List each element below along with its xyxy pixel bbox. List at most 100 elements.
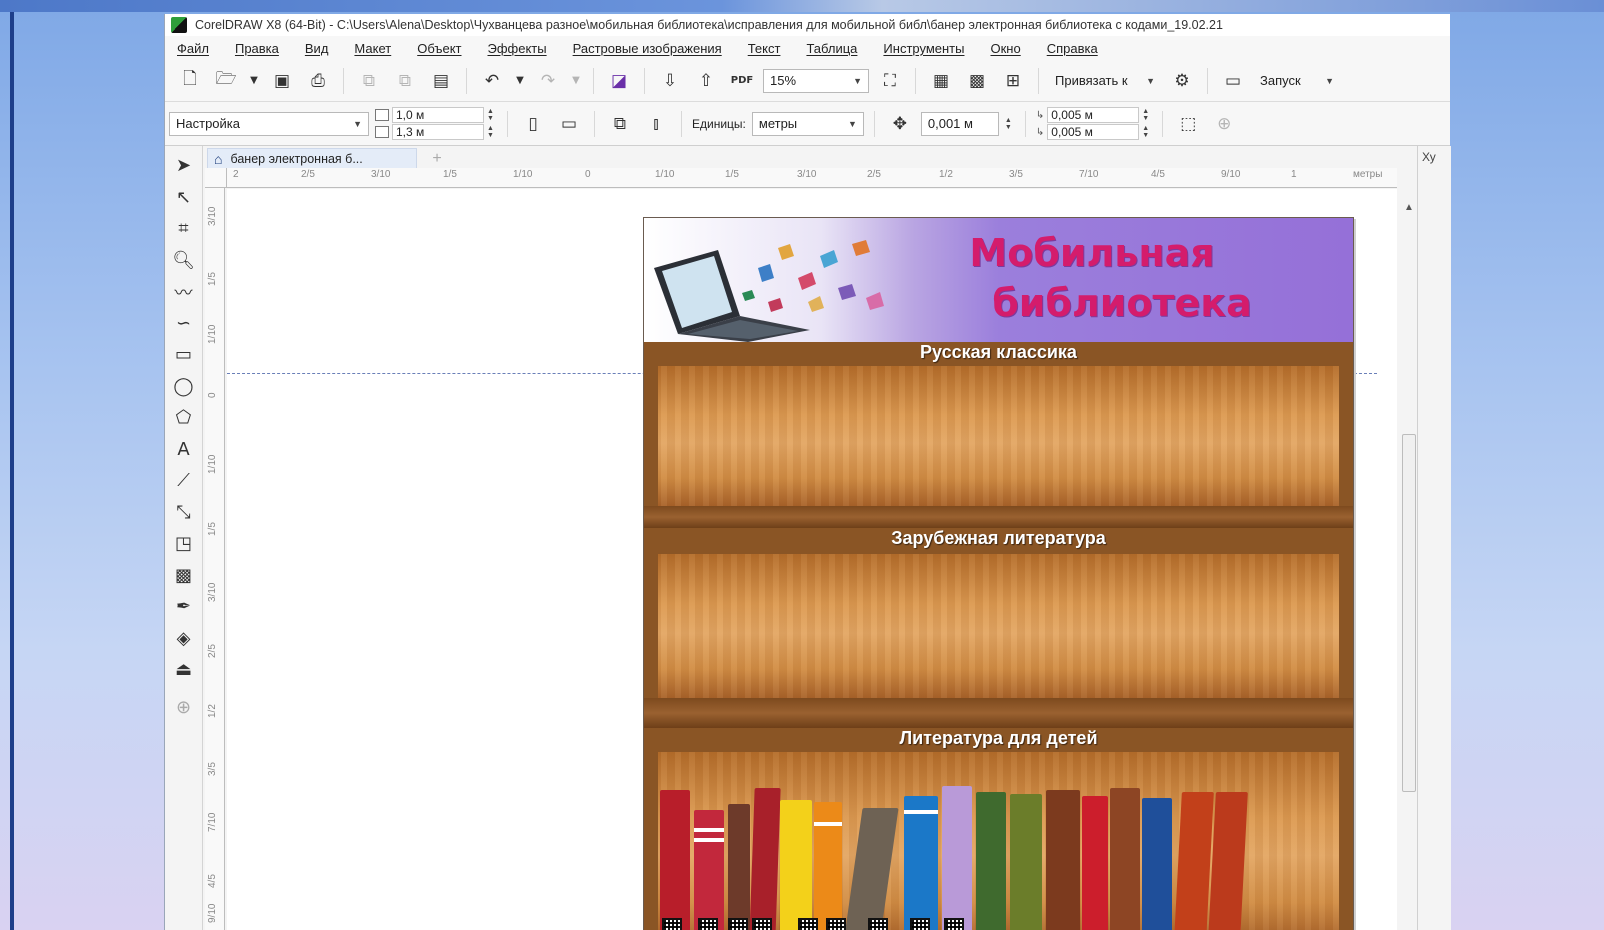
- show-rulers-icon[interactable]: ▦: [926, 66, 956, 96]
- scrollbar-thumb[interactable]: [1402, 434, 1416, 792]
- pick-tool-icon[interactable]: ➤: [169, 150, 199, 182]
- book: [1046, 790, 1080, 930]
- shelf-russian-classics[interactable]: Русская классика: [644, 342, 1353, 528]
- ruler-label: 1/5: [207, 522, 218, 536]
- vertical-ruler[interactable]: 3/10 1/5 1/10 0 1/10 1/5 3/10 2/5 1/2 3/…: [205, 188, 225, 930]
- shelf-foreign-literature[interactable]: Зарубежная литература: [644, 528, 1353, 728]
- snap-to-dropdown[interactable]: Привязать к ▼: [1049, 69, 1161, 93]
- units-select[interactable]: метры ▼: [751, 111, 864, 136]
- page-height-field[interactable]: 1,3 м: [392, 124, 484, 140]
- undo-dropdown-icon[interactable]: ▼: [513, 66, 527, 96]
- ruler-label: 1/5: [207, 272, 218, 286]
- new-tab-plus-icon[interactable]: +: [427, 150, 447, 168]
- show-guidelines-icon[interactable]: ⊞: [998, 66, 1028, 96]
- show-grid-icon[interactable]: ▩: [962, 66, 992, 96]
- drawing-canvas[interactable]: Мобильная библиотека Русская классика За…: [227, 189, 1397, 930]
- menu-object[interactable]: Объект: [417, 41, 461, 56]
- width-spinner[interactable]: ▲ ▼: [487, 108, 497, 122]
- scroll-up-icon[interactable]: ▲: [1404, 202, 1414, 213]
- current-page-icon[interactable]: ⫾: [641, 109, 671, 139]
- add-tool-icon[interactable]: ⊕: [169, 692, 199, 724]
- ruler-label: 3/10: [207, 206, 218, 226]
- freehand-tool-icon[interactable]: 〰: [169, 276, 199, 308]
- document-tab-banner[interactable]: ⌂ банер электронная б...: [207, 148, 417, 168]
- zoom-level-value: 15%: [770, 73, 797, 88]
- landscape-icon[interactable]: ▭: [554, 109, 584, 139]
- duplicate-x-field[interactable]: 0,005 м: [1047, 107, 1140, 123]
- menu-help[interactable]: Справка: [1047, 41, 1098, 56]
- ruler-label: 3/5: [207, 762, 218, 776]
- shelf-childrens-literature[interactable]: Литература для детей: [644, 728, 1353, 930]
- launch-app-icon[interactable]: ▭: [1218, 66, 1248, 96]
- menu-file[interactable]: Файл: [177, 41, 209, 56]
- menu-tools[interactable]: Инструменты: [883, 41, 964, 56]
- text-tool-icon[interactable]: A: [169, 434, 199, 466]
- eyedropper-tool-icon[interactable]: ✒: [169, 591, 199, 623]
- open-dropdown-icon[interactable]: ▼: [247, 66, 261, 96]
- open-folder-icon[interactable]: 🗁: [211, 66, 241, 96]
- duplicate-y-field[interactable]: 0,005 м: [1047, 124, 1140, 140]
- zoom-level-select[interactable]: 15% ▼: [763, 68, 869, 93]
- polygon-tool-icon[interactable]: ⬠: [169, 402, 199, 434]
- portrait-icon[interactable]: ▯: [518, 109, 548, 139]
- qr-code-icon: [944, 918, 964, 930]
- right-docker-panel[interactable]: Ху: [1417, 146, 1451, 930]
- paste-icon[interactable]: ▤: [426, 66, 456, 96]
- toolbar-separator: [466, 67, 467, 94]
- pdf-icon[interactable]: PDF: [727, 66, 757, 96]
- menu-window[interactable]: Окно: [990, 41, 1020, 56]
- menu-edit[interactable]: Правка: [235, 41, 279, 56]
- banner-page[interactable]: Мобильная библиотека Русская классика За…: [643, 217, 1354, 930]
- horizontal-ruler[interactable]: 2 2/5 3/10 1/5 1/10 0 1/10 1/5 3/10 2/5 …: [227, 168, 1397, 188]
- new-document-icon[interactable]: 🗋: [175, 66, 205, 96]
- redo-dropdown-icon[interactable]: ▼: [569, 66, 583, 96]
- drop-shadow-tool-icon[interactable]: ◳: [169, 528, 199, 560]
- banner-header[interactable]: Мобильная библиотека: [644, 218, 1353, 342]
- save-icon[interactable]: ▣: [267, 66, 297, 96]
- dimension-tool-icon[interactable]: ⟋: [169, 465, 199, 497]
- transparency-tool-icon[interactable]: ▩: [169, 560, 199, 592]
- print-icon[interactable]: ⎙: [303, 66, 333, 96]
- smart-fill-tool-icon[interactable]: ⏏: [169, 654, 199, 686]
- search-content-icon[interactable]: ◪: [604, 66, 634, 96]
- redo-icon[interactable]: ↷: [533, 66, 563, 96]
- page-size-preset-select[interactable]: Настройка ▼: [169, 111, 369, 136]
- export-icon[interactable]: ⇧: [691, 66, 721, 96]
- menu-effects[interactable]: Эффекты: [488, 41, 547, 56]
- options-gear-icon[interactable]: ⚙: [1167, 66, 1197, 96]
- launch-dropdown[interactable]: Запуск ▼: [1254, 69, 1340, 93]
- ruler-label: 3/10: [797, 169, 817, 180]
- vertical-scrollbar[interactable]: ▲: [1401, 194, 1417, 930]
- nudge-distance-field[interactable]: 0,001 м: [920, 111, 999, 136]
- qr-code-icon: [826, 918, 846, 930]
- import-icon[interactable]: ⇩: [655, 66, 685, 96]
- copy-icon[interactable]: ⧉: [390, 66, 420, 96]
- crop-tool-icon[interactable]: ⌗: [169, 213, 199, 245]
- connector-tool-icon[interactable]: ⤡: [169, 497, 199, 529]
- dup-x-spinner[interactable]: ▲ ▼: [1142, 108, 1152, 122]
- all-pages-icon[interactable]: ⧉: [605, 109, 635, 139]
- rectangle-tool-icon[interactable]: ▭: [169, 339, 199, 371]
- undo-icon[interactable]: ↶: [477, 66, 507, 96]
- height-spinner[interactable]: ▲ ▼: [487, 125, 497, 139]
- menu-bitmaps[interactable]: Растровые изображения: [573, 41, 722, 56]
- cut-icon[interactable]: ⧉: [354, 66, 384, 96]
- menu-view[interactable]: Вид: [305, 41, 329, 56]
- menu-text[interactable]: Текст: [748, 41, 781, 56]
- zoom-tool-icon[interactable]: 🔍︎: [169, 245, 199, 277]
- menu-layout[interactable]: Макет: [354, 41, 391, 56]
- ruler-origin[interactable]: [205, 168, 227, 188]
- ellipse-tool-icon[interactable]: ◯: [169, 371, 199, 403]
- page-width-field[interactable]: 1,0 м: [392, 107, 484, 123]
- add-page-icon[interactable]: ⊕: [1209, 109, 1239, 139]
- artistic-media-tool-icon[interactable]: ∽: [169, 308, 199, 340]
- edit-bleed-icon[interactable]: ⬚: [1173, 109, 1203, 139]
- nudge-spinner[interactable]: ▲ ▼: [1005, 117, 1015, 131]
- dup-y-spinner[interactable]: ▲ ▼: [1142, 125, 1152, 139]
- docker-tab-label[interactable]: Ху: [1422, 150, 1436, 164]
- full-screen-icon[interactable]: ⛶: [875, 66, 905, 96]
- interactive-fill-tool-icon[interactable]: ◈: [169, 623, 199, 655]
- shape-tool-icon[interactable]: ↖: [169, 182, 199, 214]
- menu-table[interactable]: Таблица: [806, 41, 857, 56]
- toolbar-separator: [681, 110, 682, 137]
